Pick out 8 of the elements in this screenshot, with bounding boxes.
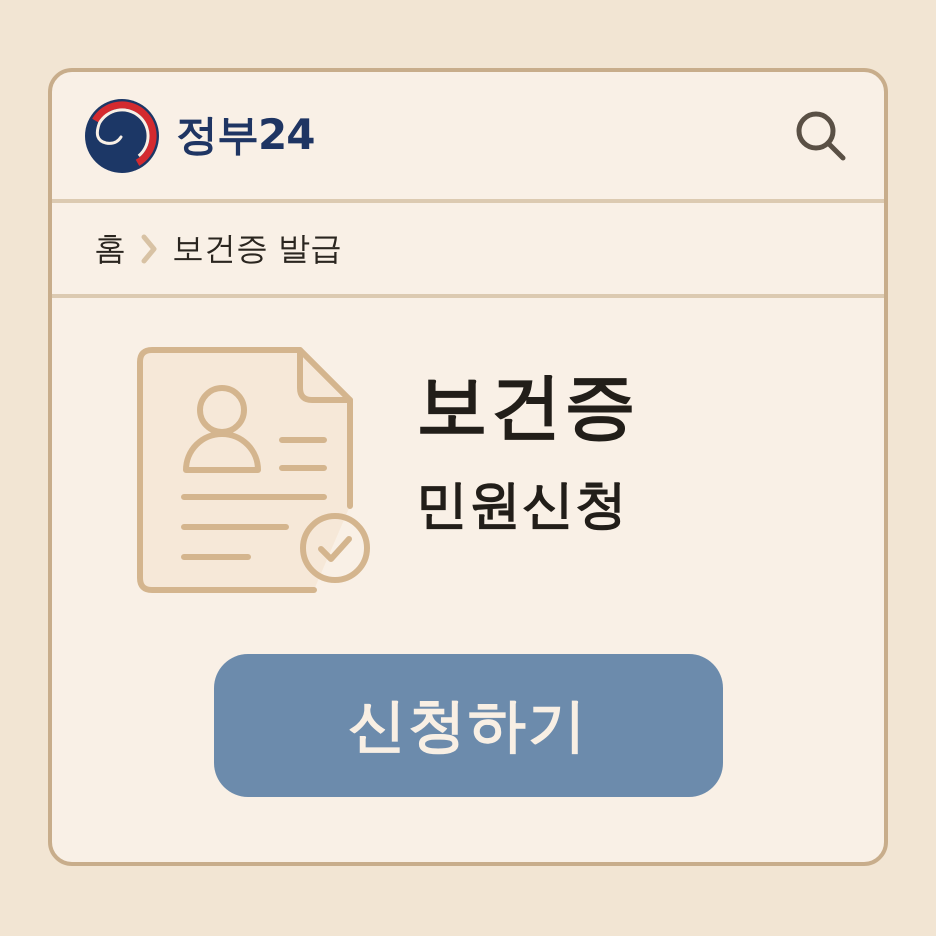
emblem-icon [84, 98, 160, 174]
breadcrumb-link[interactable]: 홈 [94, 229, 126, 268]
breadcrumb-current: 보건증 발급 [172, 229, 342, 268]
service-subtitle: 민원신청 [416, 474, 629, 537]
logo-text: 정부24 [176, 110, 314, 161]
search-icon[interactable] [794, 108, 848, 162]
service-title: 보건증 [416, 362, 638, 448]
chevron-right-icon [140, 232, 158, 264]
